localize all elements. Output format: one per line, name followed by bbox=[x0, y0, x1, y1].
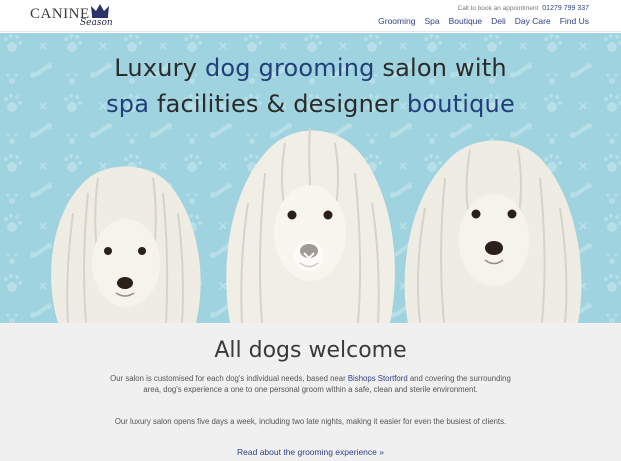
hero-text: Luxury bbox=[114, 54, 205, 82]
nav-spa[interactable]: Spa bbox=[424, 16, 439, 26]
hero-accent: boutique bbox=[406, 90, 515, 118]
section-title: All dogs welcome bbox=[214, 338, 407, 363]
hero-accent: spa bbox=[106, 90, 150, 118]
logo[interactable]: CANINE Season bbox=[30, 3, 120, 31]
nav-grooming[interactable]: Grooming bbox=[378, 16, 415, 26]
nav-boutique[interactable]: Boutique bbox=[449, 16, 483, 26]
poodle-middle bbox=[226, 127, 395, 323]
nav-deli[interactable]: Deli bbox=[491, 16, 506, 26]
chevron-down-icon bbox=[303, 252, 315, 260]
read-more-link[interactable]: Read about the grooming experience » bbox=[0, 447, 621, 457]
hero-headline-line1: Luxury dog grooming salon with bbox=[0, 54, 621, 82]
crown-icon bbox=[91, 4, 109, 18]
hero-accent: dog grooming bbox=[204, 54, 375, 82]
hero-banner: Luxury dog grooming salon with spa facil… bbox=[0, 33, 621, 323]
call-label: Call to book an appointment bbox=[457, 5, 539, 12]
location-link[interactable]: Bishops Stortford bbox=[348, 374, 408, 383]
hero-text: salon with bbox=[374, 54, 507, 82]
poodle-right bbox=[404, 140, 582, 323]
hero-text: facilities & designer bbox=[149, 90, 407, 118]
intro-paragraph: Our salon is customised for each dog's i… bbox=[110, 373, 511, 395]
hero-headline-line2: spa facilities & designer boutique bbox=[0, 90, 621, 118]
scroll-down-button[interactable] bbox=[294, 241, 324, 271]
call-to-book: Call to book an appointment 01279 799 33… bbox=[458, 5, 589, 12]
phone-number[interactable]: 01279 799 337 bbox=[542, 5, 589, 12]
site-header: CANINE Season Call to book an appointmen… bbox=[0, 0, 621, 32]
para-text: Our salon is customised for each dog's i… bbox=[110, 374, 348, 383]
nav-day-care[interactable]: Day Care bbox=[515, 16, 551, 26]
poodle-left bbox=[51, 166, 201, 323]
main-nav: Grooming Spa Boutique Deli Day Care Find… bbox=[378, 16, 589, 26]
hours-paragraph: Our luxury salon opens five days a week,… bbox=[114, 417, 507, 426]
welcome-section: All dogs welcome Our salon is customised… bbox=[0, 323, 621, 461]
nav-find-us[interactable]: Find Us bbox=[560, 16, 589, 26]
logo-script: Season bbox=[80, 18, 113, 28]
